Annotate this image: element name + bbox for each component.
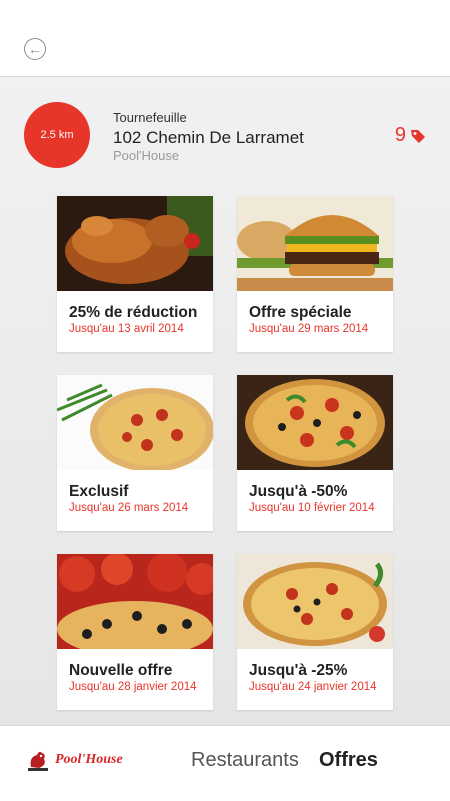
- offer-date: Jusqu'au 24 janvier 2014: [249, 681, 377, 693]
- offer-title: Exclusif: [69, 483, 129, 500]
- brand-logo[interactable]: Pool'House: [25, 747, 123, 773]
- offer-title: 25% de réduction: [69, 304, 198, 321]
- offer-date: Jusqu'au 29 mars 2014: [249, 323, 369, 335]
- offer-title: Offre spéciale: [249, 304, 352, 321]
- offer-card[interactable]: Nouvelle offre Jusqu'au 28 janvier 2014: [57, 554, 213, 710]
- top-bar: ←: [0, 0, 450, 77]
- offer-date: Jusqu'au 28 janvier 2014: [69, 681, 197, 693]
- offer-date: Jusqu'au 26 mars 2014: [69, 502, 189, 514]
- brand-name: Pool'House: [55, 752, 123, 767]
- pizza-olives-image: [237, 375, 393, 470]
- offer-date: Jusqu'au 10 février 2014: [249, 502, 375, 514]
- restaurant-name: Pool'House: [113, 148, 180, 163]
- offers-count-value: 9: [394, 124, 406, 146]
- distance-badge: 2.5 km: [24, 102, 90, 168]
- roast-chicken-image: [57, 196, 213, 291]
- offer-title: Jusqu'à -25%: [249, 662, 348, 679]
- offer-date: Jusqu'au 13 avril 2014: [69, 323, 184, 335]
- back-arrow-icon[interactable]: ←: [24, 38, 46, 60]
- tab-offres[interactable]: Offres: [319, 749, 378, 772]
- pizza-herbs-image: [57, 375, 213, 472]
- offer-card[interactable]: Jusqu'à -25% Jusqu'au 24 janvier 2014: [237, 554, 393, 710]
- burger-image: [237, 196, 393, 291]
- offer-card[interactable]: 25% de réduction Jusqu'au 13 avril 2014: [57, 196, 213, 352]
- offer-card[interactable]: Jusqu'à -50% Jusqu'au 10 février 2014: [237, 375, 393, 531]
- offer-title: Nouvelle offre: [69, 662, 173, 679]
- offer-card[interactable]: Exclusif Jusqu'au 26 mars 2014: [57, 375, 213, 531]
- offer-title: Jusqu'à -50%: [249, 483, 348, 500]
- offers-count[interactable]: 9: [395, 124, 426, 147]
- offer-card[interactable]: Offre spéciale Jusqu'au 29 mars 2014: [237, 196, 393, 352]
- pizza-tomatoes-image: [57, 554, 213, 657]
- restaurant-street: 102 Chemin De Larramet: [113, 128, 304, 147]
- tab-restaurants[interactable]: Restaurants: [191, 749, 299, 772]
- restaurant-city: Tournefeuille: [113, 110, 187, 125]
- rooster-logo-icon: [28, 751, 48, 771]
- pizza-vegetables-image: [237, 554, 393, 649]
- tag-icon: [411, 129, 425, 143]
